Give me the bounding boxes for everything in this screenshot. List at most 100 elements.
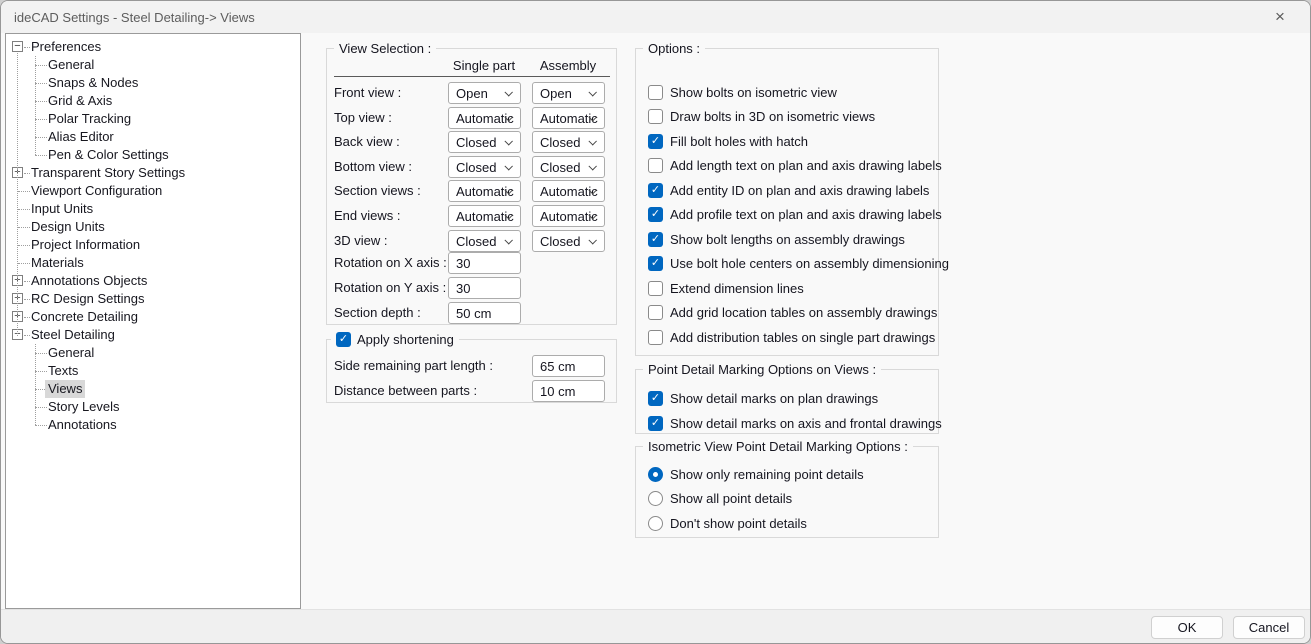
radio-label: Show all point details [670,491,792,506]
select-assembly-section-views[interactable]: Automatic [532,180,605,202]
select-assembly-bottom-view[interactable]: Closed [532,156,605,178]
tree-item-story-levels[interactable]: Story Levels [6,398,300,416]
close-icon[interactable]: × [1260,1,1300,33]
tree-item-preferences[interactable]: −Preferences [6,38,300,56]
input-side-remaining-part-length[interactable] [532,355,605,377]
tree-item-viewport-configuration[interactable]: Viewport Configuration [6,182,300,200]
radio-icon [648,467,663,482]
tree-connector [35,65,47,66]
select-single-section-views[interactable]: Automatic [448,180,521,202]
tree-item-project-information[interactable]: Project Information [6,236,300,254]
checkbox-use-bolt-hole-centers-on-assembly-dimensioning[interactable]: ✓Use bolt hole centers on assembly dimen… [648,256,949,272]
tree-item-transparent-story-settings[interactable]: +Transparent Story Settings [6,164,300,182]
select-assembly-3d-view[interactable]: Closed [532,230,605,252]
tree-item-polar-tracking[interactable]: Polar Tracking [6,110,300,128]
tree-connector [35,155,47,156]
checkbox-label: Add length text on plan and axis drawing… [670,158,942,173]
checkbox-show-detail-marks-on-plan-drawings[interactable]: ✓Show detail marks on plan drawings [648,390,878,406]
select-assembly-front-view[interactable]: Open [532,82,605,104]
tree-item-materials[interactable]: Materials [6,254,300,272]
checkbox-add-distribution-tables-on-single-part-drawings[interactable]: Add distribution tables on single part d… [648,329,935,345]
tree-connector [24,281,30,282]
select-single-front-view[interactable]: Open [448,82,521,104]
ok-button[interactable]: OK [1151,616,1223,639]
checkbox-icon: ✓ [648,256,663,271]
chevron-down-icon [504,88,512,96]
apply-shortening-control[interactable]: ✓ Apply shortening [331,331,459,348]
checkbox-label: Show bolts on isometric view [670,85,837,100]
select-single-bottom-view[interactable]: Closed [448,156,521,178]
input-rotation-on-y-axis[interactable] [448,277,521,299]
column-header-assembly: Assembly [528,58,608,73]
tree-item-design-units[interactable]: Design Units [6,218,300,236]
select-assembly-end-views[interactable]: Automatic [532,205,605,227]
tree-connector [18,209,30,210]
radio-don-t-show-point-details[interactable]: Don't show point details [648,515,807,531]
select-single-back-view[interactable]: Closed [448,131,521,153]
tree-item-input-units[interactable]: Input Units [6,200,300,218]
checkbox-show-detail-marks-on-axis-and-frontal-drawings[interactable]: ✓Show detail marks on axis and frontal d… [648,415,942,431]
checkbox-extend-dimension-lines[interactable]: Extend dimension lines [648,280,804,296]
radio-show-all-point-details[interactable]: Show all point details [648,491,792,507]
tree-item-pen-color-settings[interactable]: Pen & Color Settings [6,146,300,164]
view-row-label: Section views : [334,180,421,202]
select-value: Closed [540,234,580,249]
tree-item-alias-editor[interactable]: Alias Editor [6,128,300,146]
tree-item-label: Grid & Axis [48,92,112,110]
tree-connector [24,173,30,174]
checkbox-fill-bolt-holes-with-hatch[interactable]: ✓Fill bolt holes with hatch [648,133,808,149]
tree-item-concrete-detailing[interactable]: +Concrete Detailing [6,308,300,326]
radio-show-only-remaining-point-details[interactable]: Show only remaining point details [648,466,864,482]
tree-item-annotations[interactable]: Annotations [6,416,300,434]
checkbox-add-length-text-on-plan-and-axis-drawing-labels[interactable]: Add length text on plan and axis drawing… [648,158,942,174]
options-group: Options : Show bolts on isometric viewDr… [635,48,939,356]
isometric-group: Isometric View Point Detail Marking Opti… [635,446,939,538]
select-value: Open [456,86,488,101]
tree-item-grid-axis[interactable]: Grid & Axis [6,92,300,110]
checkbox-show-bolts-on-isometric-view[interactable]: Show bolts on isometric view [648,84,837,100]
tree-item-label: Annotations Objects [31,272,147,290]
minus-box-icon[interactable]: − [12,41,23,52]
checkbox-draw-bolts-in-3d-on-isometric-views[interactable]: Draw bolts in 3D on isometric views [648,109,875,125]
input-section-depth[interactable] [448,302,521,324]
tree-connector [35,425,47,426]
window-title: ideCAD Settings - Steel Detailing-> View… [14,10,255,25]
title-bar: ideCAD Settings - Steel Detailing-> View… [1,1,1310,33]
point-detail-group: Point Detail Marking Options on Views : … [635,369,939,434]
tree-item-rc-design-settings[interactable]: +RC Design Settings [6,290,300,308]
tree-item-label: Steel Detailing [31,326,115,344]
select-single-top-view[interactable]: Automatic [448,107,521,129]
options-legend: Options : [643,40,705,57]
checkbox-show-bolt-lengths-on-assembly-drawings[interactable]: ✓Show bolt lengths on assembly drawings [648,231,905,247]
checkbox-add-entity-id-on-plan-and-axis-drawing-labels[interactable]: ✓Add entity ID on plan and axis drawing … [648,182,929,198]
tree-item-label: RC Design Settings [31,290,144,308]
tree-connector [35,101,47,102]
input-distance-between-parts[interactable] [532,380,605,402]
tree-item-views[interactable]: Views [6,380,300,398]
view-row-label: Top view : [334,107,392,129]
tree-item-label: General [48,56,94,74]
tree-item-general[interactable]: General [6,56,300,74]
cancel-button[interactable]: Cancel [1233,616,1305,639]
input-rotation-on-x-axis[interactable] [448,252,521,274]
tree-item-annotations-objects[interactable]: +Annotations Objects [6,272,300,290]
field-label: Side remaining part length : [334,355,493,377]
column-header-single-part: Single part [444,58,524,73]
tree-item-steel-detailing[interactable]: −Steel Detailing [6,326,300,344]
tree-item-texts[interactable]: Texts [6,362,300,380]
radio-label: Show only remaining point details [670,467,864,482]
select-assembly-top-view[interactable]: Automatic [532,107,605,129]
checkbox-icon [648,330,663,345]
tree-item-label: Preferences [31,38,101,56]
tree-connector [24,47,30,48]
tree-item-general[interactable]: General [6,344,300,362]
chevron-down-icon [588,162,596,170]
checkbox-add-profile-text-on-plan-and-axis-drawing-labels[interactable]: ✓Add profile text on plan and axis drawi… [648,207,942,223]
select-single-end-views[interactable]: Automatic [448,205,521,227]
select-single-3d-view[interactable]: Closed [448,230,521,252]
checkbox-add-grid-location-tables-on-assembly-drawings[interactable]: Add grid location tables on assembly dra… [648,305,937,321]
select-assembly-back-view[interactable]: Closed [532,131,605,153]
tree-connector [18,227,30,228]
tree-connector [35,137,47,138]
tree-item-snaps-nodes[interactable]: Snaps & Nodes [6,74,300,92]
